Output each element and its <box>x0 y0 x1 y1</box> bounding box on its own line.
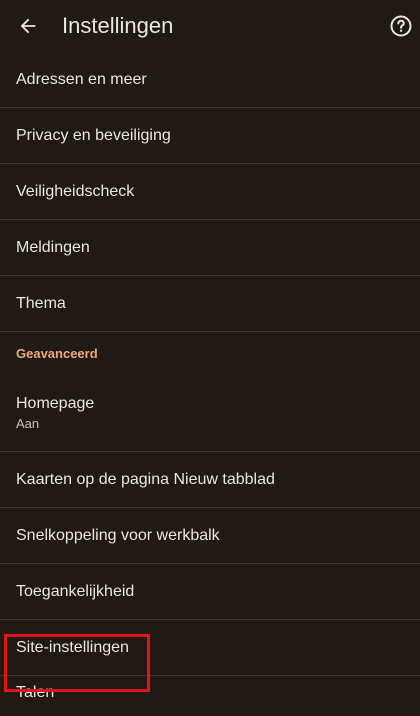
settings-item-label: Veiligheidscheck <box>16 182 135 200</box>
settings-item-summary: Aan <box>16 415 40 431</box>
settings-list: Adressen en meer Privacy en beveiliging … <box>0 52 420 716</box>
settings-item-label: Adressen en meer <box>16 70 147 88</box>
settings-item-privacy[interactable]: Privacy en beveiliging <box>0 108 420 164</box>
settings-item-label: Toegankelijkheid <box>16 582 135 600</box>
section-header-advanced: Geavanceerd <box>0 332 420 374</box>
settings-item-accessibility[interactable]: Toegankelijkheid <box>0 564 420 620</box>
help-button[interactable] <box>384 10 418 42</box>
settings-item-label: Homepage <box>16 394 95 412</box>
settings-item-safety-check[interactable]: Veiligheidscheck <box>0 164 420 220</box>
arrow-back-icon <box>20 18 36 34</box>
settings-item-ntp-cards[interactable]: Kaarten op de pagina Nieuw tabblad <box>0 452 420 508</box>
settings-item-label: Kaarten op de pagina Nieuw tabblad <box>16 470 275 488</box>
settings-item-addresses[interactable]: Adressen en meer <box>0 52 420 108</box>
settings-item-site-settings[interactable]: Site-instellingen <box>0 620 420 676</box>
settings-screen: Instellingen Adressen en meer Privacy en… <box>0 0 420 716</box>
settings-item-theme[interactable]: Thema <box>0 276 420 332</box>
app-bar: Instellingen <box>0 0 420 52</box>
section-label: Geavanceerd <box>16 345 98 361</box>
settings-item-notifications[interactable]: Meldingen <box>0 220 420 276</box>
settings-item-label: Snelkoppeling voor werkbalk <box>16 526 220 544</box>
page-title: Instellingen <box>62 13 174 38</box>
settings-item-homepage[interactable]: Homepage Aan <box>0 374 420 452</box>
settings-item-label: Meldingen <box>16 238 90 256</box>
settings-item-label: Talen <box>16 684 55 701</box>
settings-item-languages[interactable]: Talen <box>0 676 420 716</box>
settings-item-label: Privacy en beveiliging <box>16 126 171 144</box>
settings-item-toolbar-shortcut[interactable]: Snelkoppeling voor werkbalk <box>0 508 420 564</box>
help-circle-icon <box>390 15 412 37</box>
settings-item-label: Site-instellingen <box>16 638 129 656</box>
back-button[interactable] <box>12 10 44 42</box>
settings-item-label: Thema <box>16 294 66 312</box>
